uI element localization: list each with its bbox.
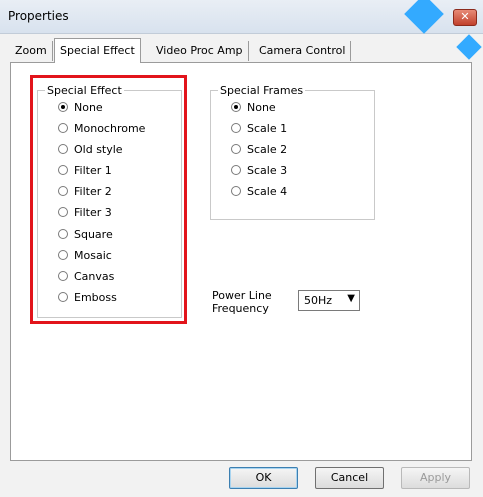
radio-frame-none[interactable]: None xyxy=(231,101,276,117)
radio-frame-scale-3[interactable]: Scale 3 xyxy=(231,164,287,180)
title-bar[interactable]: Properties ✕ xyxy=(0,0,483,34)
special-frames-group-label: Special Frames xyxy=(218,84,306,97)
decorative-diamond xyxy=(404,0,444,34)
tab-camera-control[interactable]: Camera Control xyxy=(254,41,352,61)
tab-video-proc-amp[interactable]: Video Proc Amp xyxy=(151,41,249,61)
radio-icon xyxy=(231,144,241,154)
close-button[interactable]: ✕ xyxy=(453,9,477,26)
tab-special-effect[interactable]: Special Effect xyxy=(54,38,141,63)
apply-button[interactable]: Apply xyxy=(401,467,470,489)
tab-zoom[interactable]: Zoom xyxy=(10,41,53,61)
radio-frame-scale-4[interactable]: Scale 4 xyxy=(231,185,287,201)
special-frames-group: Special Frames None Scale 1 Scale 2 Scal… xyxy=(210,84,375,220)
radio-frame-scale-1[interactable]: Scale 1 xyxy=(231,122,287,138)
radio-selected-icon xyxy=(231,102,241,112)
power-line-frequency-value: 50Hz xyxy=(304,294,333,307)
properties-dialog: Properties ✕ Zoom Special Effect Video P… xyxy=(0,0,483,497)
power-line-frequency-label: Power Line Frequency xyxy=(212,289,272,315)
ok-button[interactable]: OK xyxy=(229,467,298,489)
chevron-down-icon[interactable]: ▼ xyxy=(347,293,355,304)
radio-icon xyxy=(231,165,241,175)
highlight-box xyxy=(30,75,187,324)
window-title: Properties xyxy=(8,9,69,23)
radio-frame-scale-2[interactable]: Scale 2 xyxy=(231,143,287,159)
radio-icon xyxy=(231,186,241,196)
radio-icon xyxy=(231,123,241,133)
cancel-button[interactable]: Cancel xyxy=(315,467,384,489)
decorative-diamond-small xyxy=(456,34,482,60)
power-line-frequency-select[interactable]: 50Hz ▼ xyxy=(298,290,360,311)
